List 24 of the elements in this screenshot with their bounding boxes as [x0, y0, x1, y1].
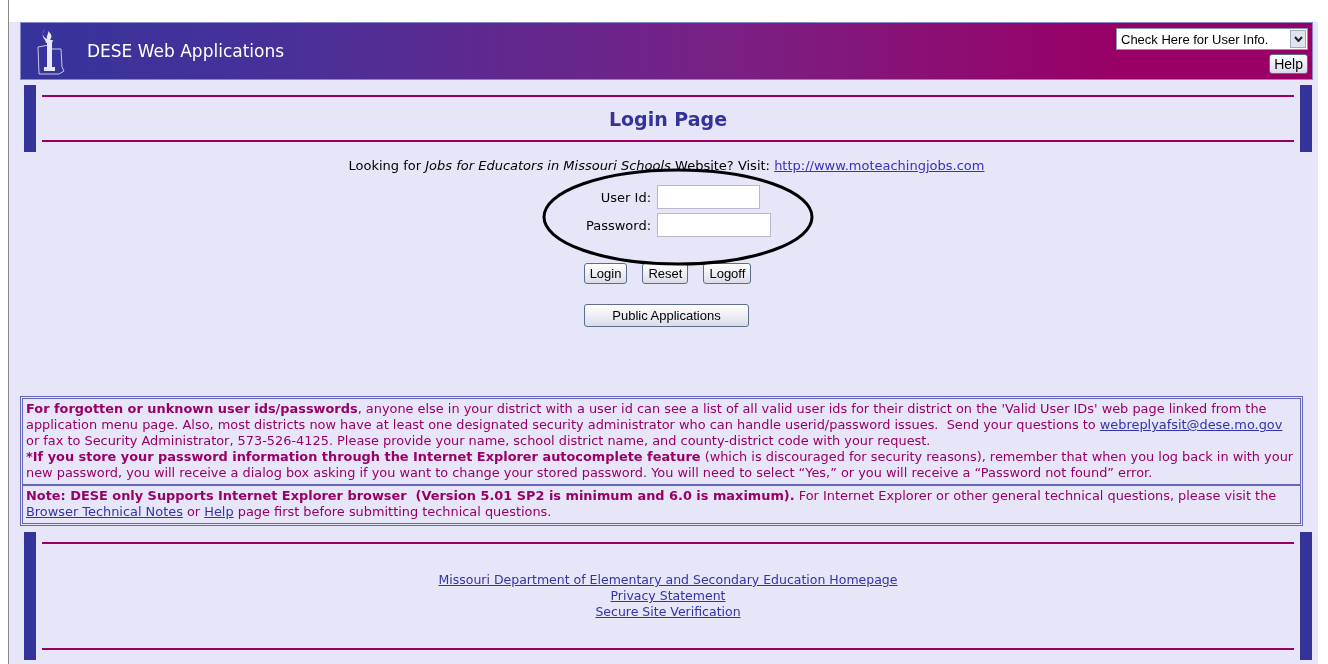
jobs-website-link[interactable]: http://www.moteachingjobs.com	[774, 158, 985, 173]
field-label: User Id:	[599, 189, 652, 205]
notice-paragraph: *If you store your password information through the Internet Explorer autocomplete feature (which is discouraged for security reasons), remember that when you log back in with your new password, you will receive a dialog box asking if you want to change your stored password. You will need to select “Yes,” or you will receive a “Password not found” error.	[26, 449, 1295, 481]
panel-side-bar	[1300, 85, 1312, 152]
field-label: Password:	[585, 217, 652, 233]
page-title: Login Page	[608, 107, 728, 130]
input-field[interactable]	[657, 185, 761, 209]
footer-link[interactable]: Missouri Department of Elementary and Secondary Education Homepage	[438, 572, 898, 588]
app-title: DESE Web Applications	[87, 41, 286, 61]
notice-paragraph: Note: DESE only Supports Internet Explorer browser (Version 5.01 SP2 is minimum and 6.0 is maximum). For Internet Explorer or other general technical questions, please visit the Browser Technical Notes or Help page first before submitting technical questions.	[26, 488, 1278, 520]
form-button[interactable]: Logoff	[703, 263, 752, 284]
notice-paragraph: For forgotten or unknown user ids/passwords, anyone else in your district with a user id can see a list of all valid user ids for their district on the 'Valid User IDs' web page linked from the application menu page. Also, most districts now have at least one designated security administrator who can handle userid/password issues. Send your questions to webreplyafsit@dese.mo.gov or fax to Security Administrator, 573-526-4125. Please provide your name, school district name, and county-district code with your request.	[26, 401, 1284, 449]
footer-link[interactable]: Privacy Statement	[610, 588, 726, 604]
help-button[interactable]: Help	[1269, 54, 1308, 74]
notice-link[interactable]: Help	[204, 504, 234, 519]
footer-link[interactable]: Secure Site Verification	[595, 604, 741, 620]
form-button[interactable]: Reset	[642, 263, 689, 284]
input-field[interactable]	[657, 213, 772, 237]
form-button[interactable]: Login	[583, 263, 628, 284]
public-applications-button[interactable]: Public Applications	[584, 304, 749, 327]
panel-side-bar	[24, 85, 36, 152]
user-info-dropdown[interactable]: Check Here for User Info.	[1116, 28, 1308, 50]
notice-link[interactable]: Browser Technical Notes	[26, 504, 183, 519]
notice-link[interactable]: webreplyafsit@dese.mo.gov	[1099, 417, 1283, 432]
